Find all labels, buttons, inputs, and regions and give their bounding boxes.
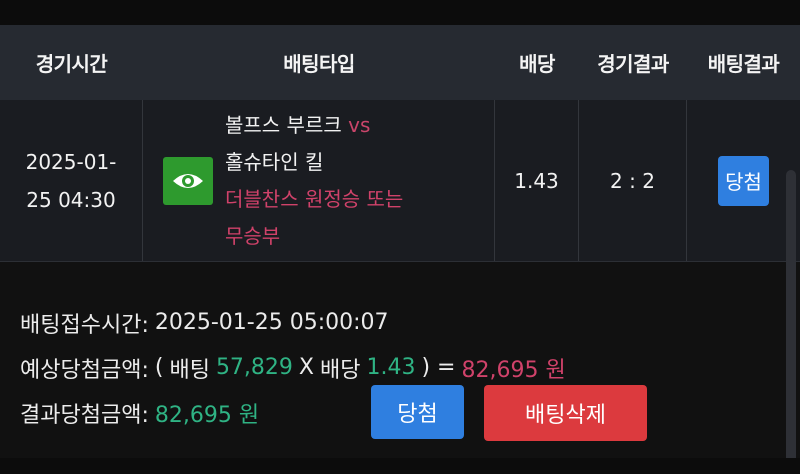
expected-label: 예상당첨금액: bbox=[20, 357, 149, 383]
expected-win-line: 예상당첨금액: ( 배팅 57,829 X 배당 1.43 ) = 82,695… bbox=[20, 345, 566, 390]
odds-cell: 1.43 bbox=[495, 100, 579, 261]
open-paren: ( bbox=[154, 355, 164, 380]
bet-time-line: 배팅접수시간: 2025-01-25 05:00:07 bbox=[20, 300, 566, 345]
result-badge: 당첨 bbox=[718, 155, 769, 206]
result-amount: 82,695 원 bbox=[154, 402, 260, 428]
bet-word: 배팅 bbox=[169, 357, 210, 383]
home-team: 볼프스 부르크 bbox=[225, 112, 342, 137]
bet-amount: 57,829 bbox=[215, 355, 293, 380]
bet-table: 경기시간 배팅타입 배당 경기결과 배팅결과 2025-01- 25 04:30 bbox=[0, 25, 800, 262]
top-strip bbox=[0, 0, 800, 25]
bottom-strip bbox=[0, 458, 800, 474]
game-date: 2025-01- bbox=[25, 149, 117, 174]
times-sign: X bbox=[298, 355, 314, 380]
result-label: 결과당첨금액: bbox=[20, 402, 149, 428]
table-header: 경기시간 배팅타입 배당 경기결과 배팅결과 bbox=[0, 25, 800, 100]
expected-amount: 82,695 원 bbox=[461, 357, 566, 383]
match-info: 볼프스 부르크 vs 홀슈타인 킬 더블찬스 원정승 또는 무승부 bbox=[225, 107, 403, 255]
pick-line-1: 더블찬스 원정승 또는 bbox=[225, 186, 404, 211]
odds-word: 배당 bbox=[320, 357, 361, 383]
odds-value: 1.43 bbox=[366, 355, 416, 380]
scrollbar-thumb[interactable] bbox=[786, 170, 796, 470]
header-odds: 배당 bbox=[519, 52, 555, 76]
close-eq: ) = bbox=[421, 355, 456, 380]
vs-label: vs bbox=[348, 112, 371, 137]
eye-icon[interactable] bbox=[163, 156, 213, 205]
game-clock: 25 04:30 bbox=[26, 187, 116, 212]
header-bet-result: 배팅결과 bbox=[707, 52, 780, 76]
pick-line-2: 무승부 bbox=[225, 223, 281, 248]
delete-bet-button[interactable]: 배팅삭제 bbox=[484, 385, 647, 441]
table-row: 2025-01- 25 04:30 볼프스 부르크 vs 홀슈타인 킬 더블찬스… bbox=[0, 100, 800, 262]
header-game-result: 경기결과 bbox=[597, 52, 669, 76]
away-team: 홀슈타인 킬 bbox=[225, 149, 324, 174]
result-cell: 당첨 bbox=[687, 100, 800, 261]
header-game-time: 경기시간 bbox=[35, 52, 108, 76]
bet-type-cell: 볼프스 부르크 vs 홀슈타인 킬 더블찬스 원정승 또는 무승부 bbox=[143, 100, 495, 261]
game-time-cell: 2025-01- 25 04:30 bbox=[0, 100, 143, 261]
score-cell: 2 : 2 bbox=[579, 100, 687, 261]
bet-time-value: 2025-01-25 05:00:07 bbox=[154, 310, 389, 335]
header-bet-type: 배팅타입 bbox=[283, 52, 355, 76]
bet-time-label: 배팅접수시간: bbox=[20, 312, 149, 338]
win-button[interactable]: 당첨 bbox=[371, 385, 464, 439]
